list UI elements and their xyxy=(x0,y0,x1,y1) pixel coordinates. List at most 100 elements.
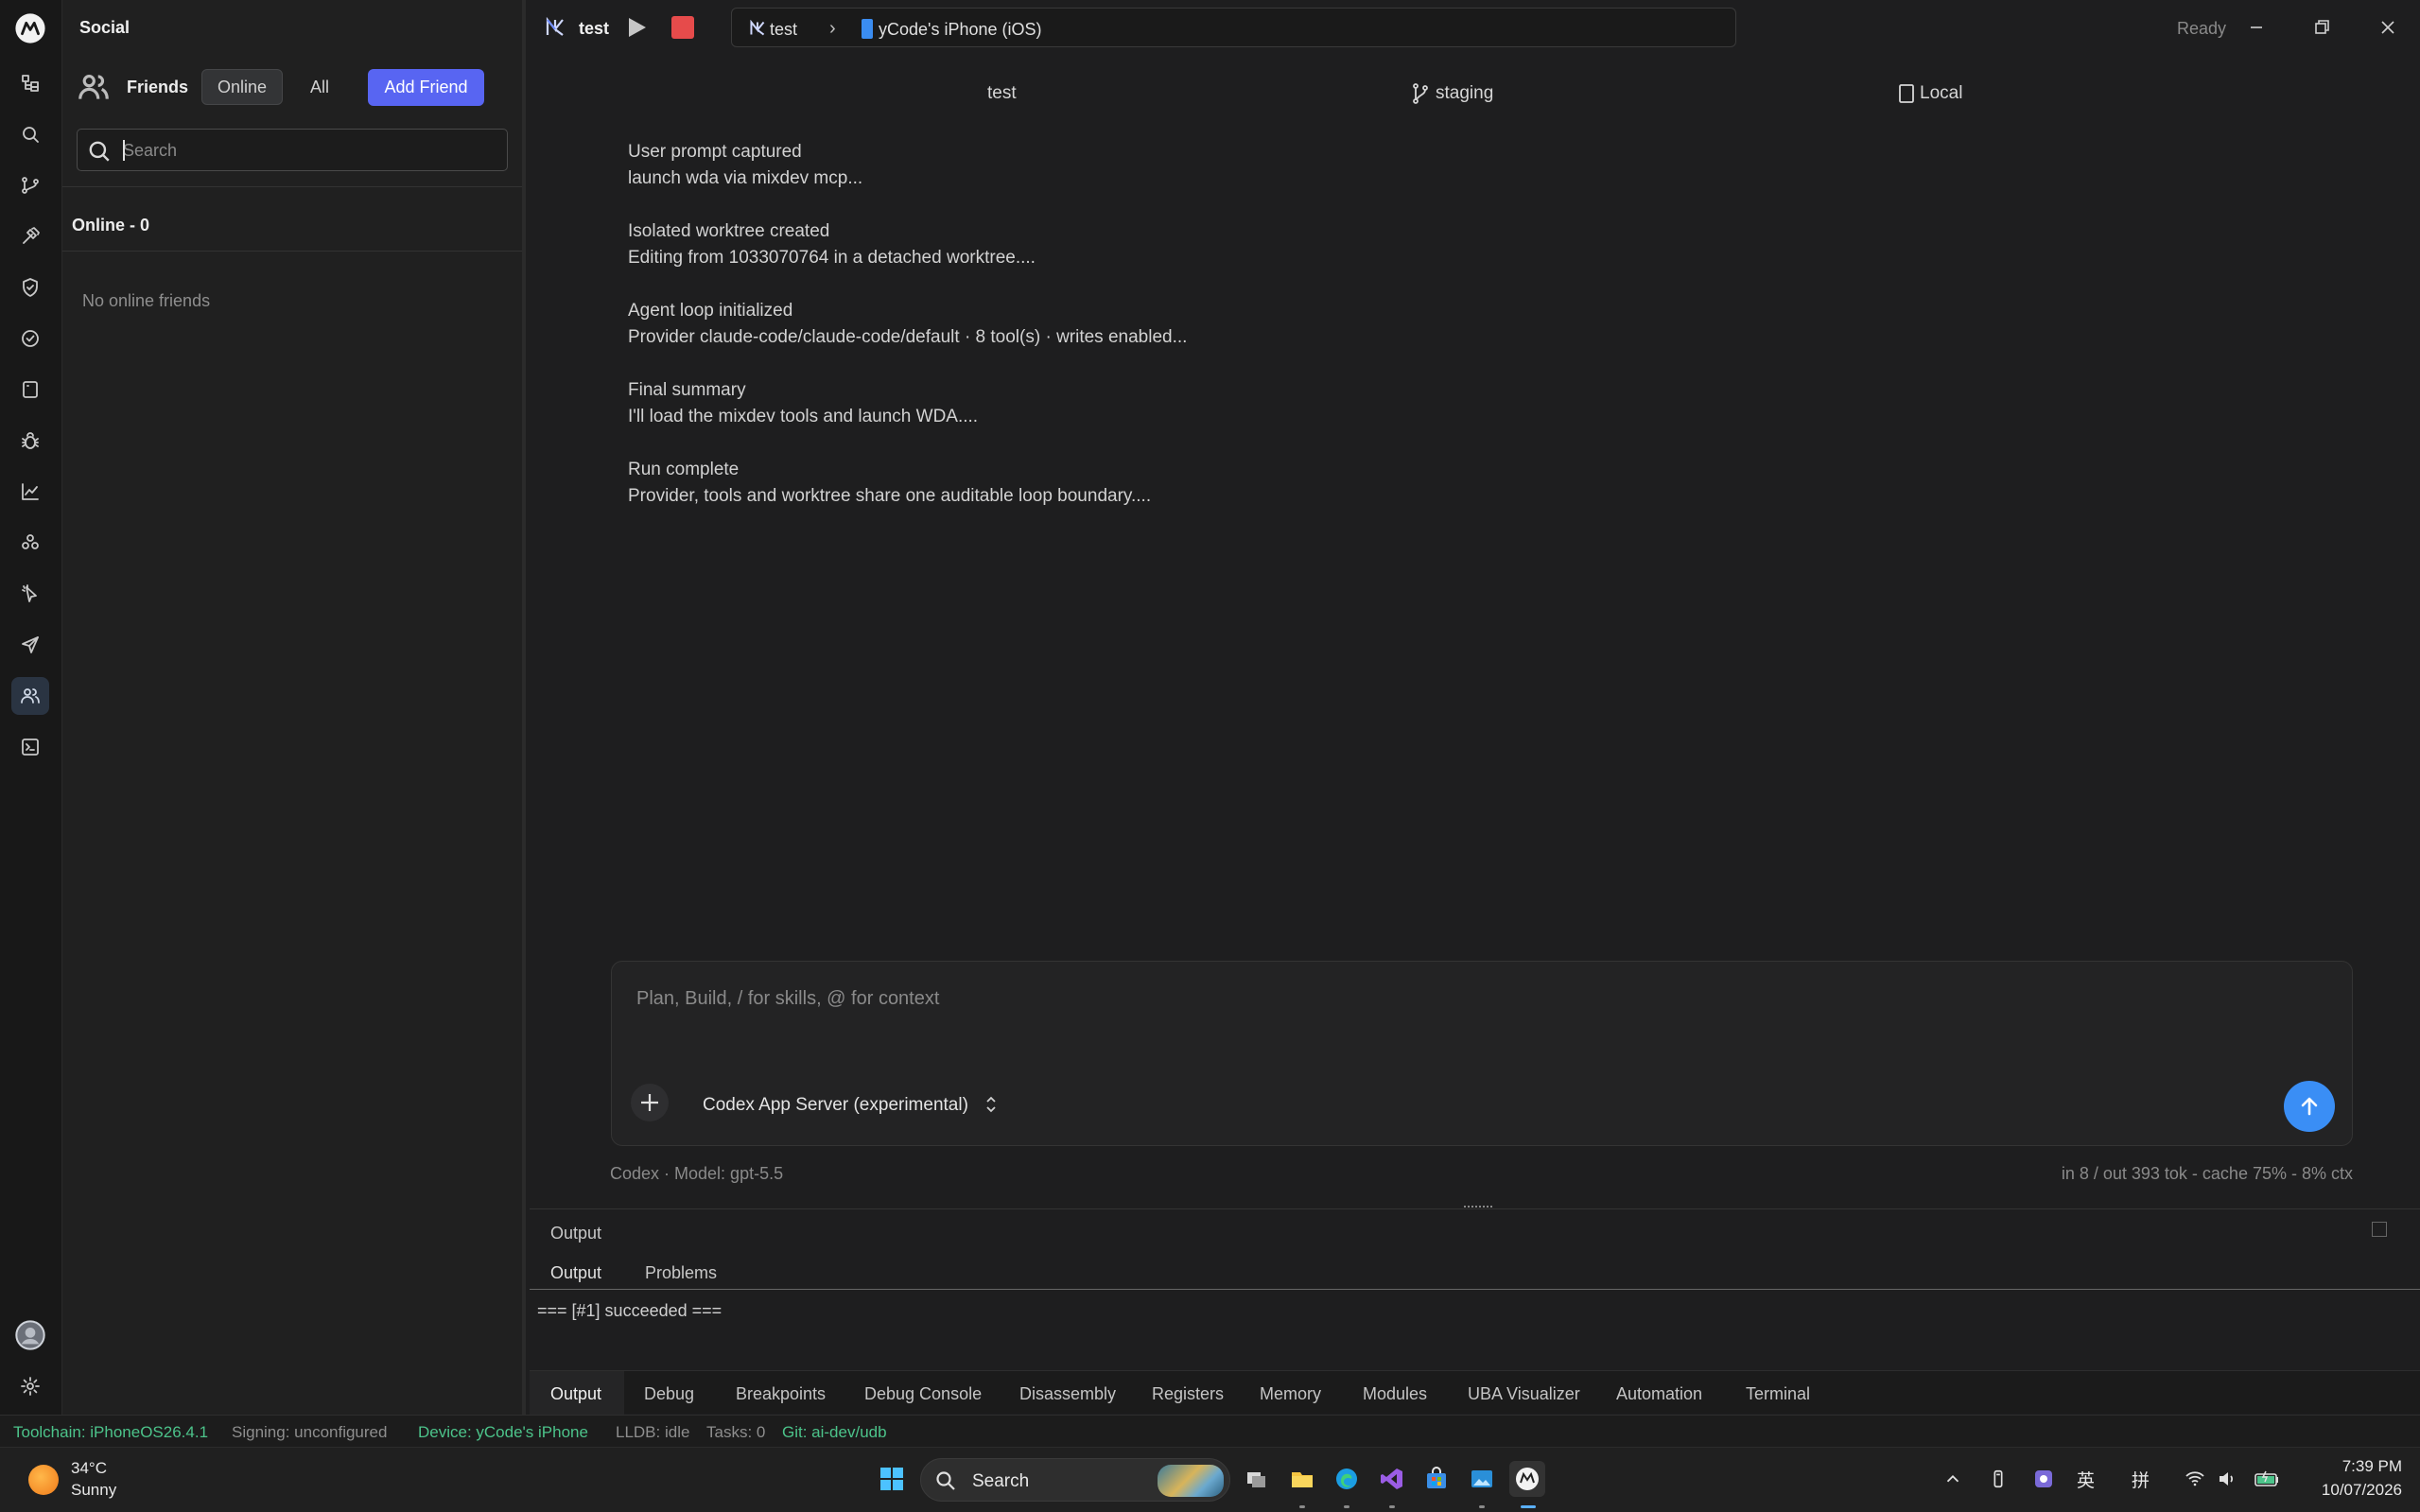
volume-icon[interactable] xyxy=(2209,1461,2245,1497)
git-status[interactable]: Git: ai-dev/udb xyxy=(782,1423,887,1442)
explorer-icon[interactable] xyxy=(11,64,49,102)
tab-uba-visualizer[interactable]: UBA Visualizer xyxy=(1468,1384,1580,1404)
friends-label: Friends xyxy=(127,78,189,96)
text-cursor xyxy=(123,140,125,161)
extensions-icon[interactable] xyxy=(11,524,49,562)
prompt-input[interactable]: Plan, Build, / for skills, @ for context xyxy=(636,988,939,1010)
model-info: Codex · Model: gpt-5.5 xyxy=(610,1164,784,1183)
divider xyxy=(530,1289,2420,1290)
workspace-label[interactable]: test xyxy=(987,83,1017,104)
status-bar: Toolchain: iPhoneOS26.4.1 Signing: uncon… xyxy=(0,1415,2420,1447)
tab-output[interactable]: Output xyxy=(550,1384,601,1404)
search-icon[interactable] xyxy=(11,115,49,153)
taskbar-search[interactable]: Search xyxy=(920,1458,1230,1502)
windows-logo-icon xyxy=(880,1468,903,1490)
chevron-up-icon[interactable] xyxy=(1935,1461,1971,1497)
bug-icon[interactable] xyxy=(11,422,49,460)
tasks-status[interactable]: Tasks: 0 xyxy=(706,1423,765,1442)
agent-selector[interactable]: Codex App Server (experimental) xyxy=(703,1095,968,1116)
settings-icon[interactable] xyxy=(11,1367,49,1405)
build-hammer-icon[interactable] xyxy=(11,217,49,255)
tab-automation[interactable]: Automation xyxy=(1616,1384,1702,1404)
panel-maximize-icon[interactable] xyxy=(2372,1222,2387,1237)
send-button[interactable] xyxy=(2284,1081,2335,1132)
scheme-destination-selector[interactable]: test › yCode's iPhone (iOS) xyxy=(731,8,1736,47)
panel-title: Social xyxy=(79,18,131,37)
output-panel-title: Output xyxy=(550,1224,602,1243)
tab-breakpoints[interactable]: Breakpoints xyxy=(736,1384,826,1404)
location-label[interactable]: Local xyxy=(1920,83,1962,104)
edge-browser-icon[interactable] xyxy=(1329,1461,1365,1497)
empty-state-text: No online friends xyxy=(82,291,211,310)
device-icon[interactable] xyxy=(11,371,49,408)
start-button[interactable] xyxy=(874,1461,910,1497)
wifi-icon[interactable] xyxy=(2177,1461,2213,1497)
minimize-button[interactable] xyxy=(2242,13,2271,42)
attach-button[interactable] xyxy=(631,1084,669,1121)
close-button[interactable] xyxy=(2374,13,2402,42)
log-entry-title: Run complete xyxy=(628,460,740,479)
device-status[interactable]: Device: yCode's iPhone xyxy=(418,1423,588,1442)
toolchain-status[interactable]: Toolchain: iPhoneOS26.4.1 xyxy=(13,1423,208,1442)
cursor-icon[interactable] xyxy=(11,575,49,613)
battery-icon[interactable] xyxy=(2249,1461,2285,1497)
search-icon xyxy=(936,1471,955,1490)
divider xyxy=(62,186,522,187)
tray-app-icon[interactable] xyxy=(2026,1461,2062,1497)
log-entry-detail: Editing from 1033070764 in a detached wo… xyxy=(628,248,1036,268)
log-entry-detail: I'll load the mixdev tools and launch WD… xyxy=(628,407,979,426)
terminal-icon[interactable] xyxy=(11,728,49,766)
chart-icon[interactable] xyxy=(11,473,49,511)
windows-taskbar: 34°C Sunny Search 英 拼 7:39 PM 10/07/2026 xyxy=(0,1447,2420,1512)
log-entry-detail: launch wda via mixdev mcp... xyxy=(628,168,863,188)
destination-name: yCode's iPhone (iOS) xyxy=(879,20,1042,39)
branch-label[interactable]: staging xyxy=(1436,83,1493,104)
tab-debug[interactable]: Debug xyxy=(644,1384,694,1404)
tab-modules[interactable]: Modules xyxy=(1363,1384,1427,1404)
divider xyxy=(530,1208,2420,1209)
microsoft-store-icon[interactable] xyxy=(1419,1461,1454,1497)
online-section-header: Online - 0 xyxy=(72,216,150,235)
prompt-composer[interactable]: Plan, Build, / for skills, @ for context… xyxy=(611,961,2353,1146)
ime-mode-indicator[interactable]: 拼 xyxy=(2132,1467,2150,1492)
usb-device-icon[interactable] xyxy=(1980,1461,2016,1497)
tab-memory[interactable]: Memory xyxy=(1260,1384,1321,1404)
tab-online[interactable]: Online xyxy=(201,69,283,105)
send-icon[interactable] xyxy=(11,626,49,664)
weather-temperature[interactable]: 34°C xyxy=(71,1459,107,1478)
tab-problems[interactable]: Problems xyxy=(645,1263,717,1283)
source-control-icon[interactable] xyxy=(11,166,49,204)
plus-icon xyxy=(641,1094,658,1111)
weather-sun-icon[interactable] xyxy=(28,1465,59,1495)
tab-output[interactable]: Output xyxy=(550,1263,601,1283)
tab-all[interactable]: All xyxy=(291,69,348,105)
tab-registers[interactable]: Registers xyxy=(1152,1384,1224,1404)
file-explorer-icon[interactable] xyxy=(1284,1461,1320,1497)
photos-icon[interactable] xyxy=(1464,1461,1500,1497)
check-circle-icon[interactable] xyxy=(11,320,49,357)
signing-status[interactable]: Signing: unconfigured xyxy=(232,1423,387,1442)
clock-date[interactable]: 10/07/2026 xyxy=(2289,1481,2402,1500)
tab-debug-console[interactable]: Debug Console xyxy=(864,1384,982,1404)
tab-terminal[interactable]: Terminal xyxy=(1746,1384,1810,1404)
search-input[interactable] xyxy=(123,137,492,164)
weather-description[interactable]: Sunny xyxy=(71,1481,116,1500)
maximize-button[interactable] xyxy=(2307,13,2336,42)
log-entry-detail: Provider, tools and worktree share one a… xyxy=(628,486,1152,506)
clock-time[interactable]: 7:39 PM xyxy=(2307,1457,2402,1476)
avatar[interactable] xyxy=(11,1316,49,1354)
visual-studio-icon[interactable] xyxy=(1374,1461,1410,1497)
app-logo-icon[interactable] xyxy=(11,9,49,47)
project-name[interactable]: test xyxy=(579,19,609,39)
tab-disassembly[interactable]: Disassembly xyxy=(1019,1384,1116,1404)
ime-language-indicator[interactable]: 英 xyxy=(2077,1467,2095,1492)
stop-button[interactable] xyxy=(671,16,694,39)
lldb-status[interactable]: LLDB: idle xyxy=(616,1423,689,1442)
task-view-icon[interactable] xyxy=(1239,1461,1275,1497)
shield-icon[interactable] xyxy=(11,269,49,306)
friends-icon[interactable] xyxy=(11,677,49,715)
chevron-updown-icon[interactable] xyxy=(984,1094,998,1115)
add-friend-button[interactable]: Add Friend xyxy=(368,69,484,106)
ycode-app-icon[interactable] xyxy=(1509,1461,1545,1497)
run-button[interactable] xyxy=(624,15,649,40)
